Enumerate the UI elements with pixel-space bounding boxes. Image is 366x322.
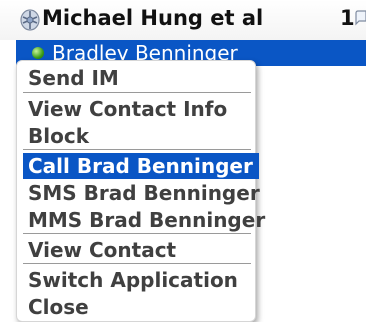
menu-divider [23, 92, 251, 93]
menu-divider [23, 149, 251, 150]
conversation-title: Michael Hung et al [42, 6, 264, 30]
menu-item-view-contact-info[interactable]: View Contact Info [23, 96, 259, 122]
menu-divider [23, 263, 251, 264]
unread-count: 1 [340, 6, 355, 30]
chat-bubble-icon [355, 10, 366, 26]
menu-item-call[interactable]: Call Brad Benninger [23, 153, 259, 179]
menu-item-switch-application[interactable]: Switch Application [23, 267, 259, 293]
menu-item-block[interactable]: Block [23, 123, 259, 149]
menu-item-send-im[interactable]: Send IM [23, 65, 259, 91]
menu-item-close[interactable]: Close [23, 294, 259, 320]
menu-item-mms[interactable]: MMS Brad Benninger [23, 207, 265, 233]
title-bar: Michael Hung et al 1 [0, 0, 366, 40]
menu-item-sms[interactable]: SMS Brad Benninger [23, 180, 260, 206]
menu-divider [23, 233, 251, 234]
menu-item-view-contact[interactable]: View Contact [23, 237, 259, 263]
context-menu: Send IM View Contact Info Block Call Bra… [16, 60, 265, 322]
messenger-app-icon [20, 9, 40, 31]
presence-available-icon [32, 47, 44, 59]
